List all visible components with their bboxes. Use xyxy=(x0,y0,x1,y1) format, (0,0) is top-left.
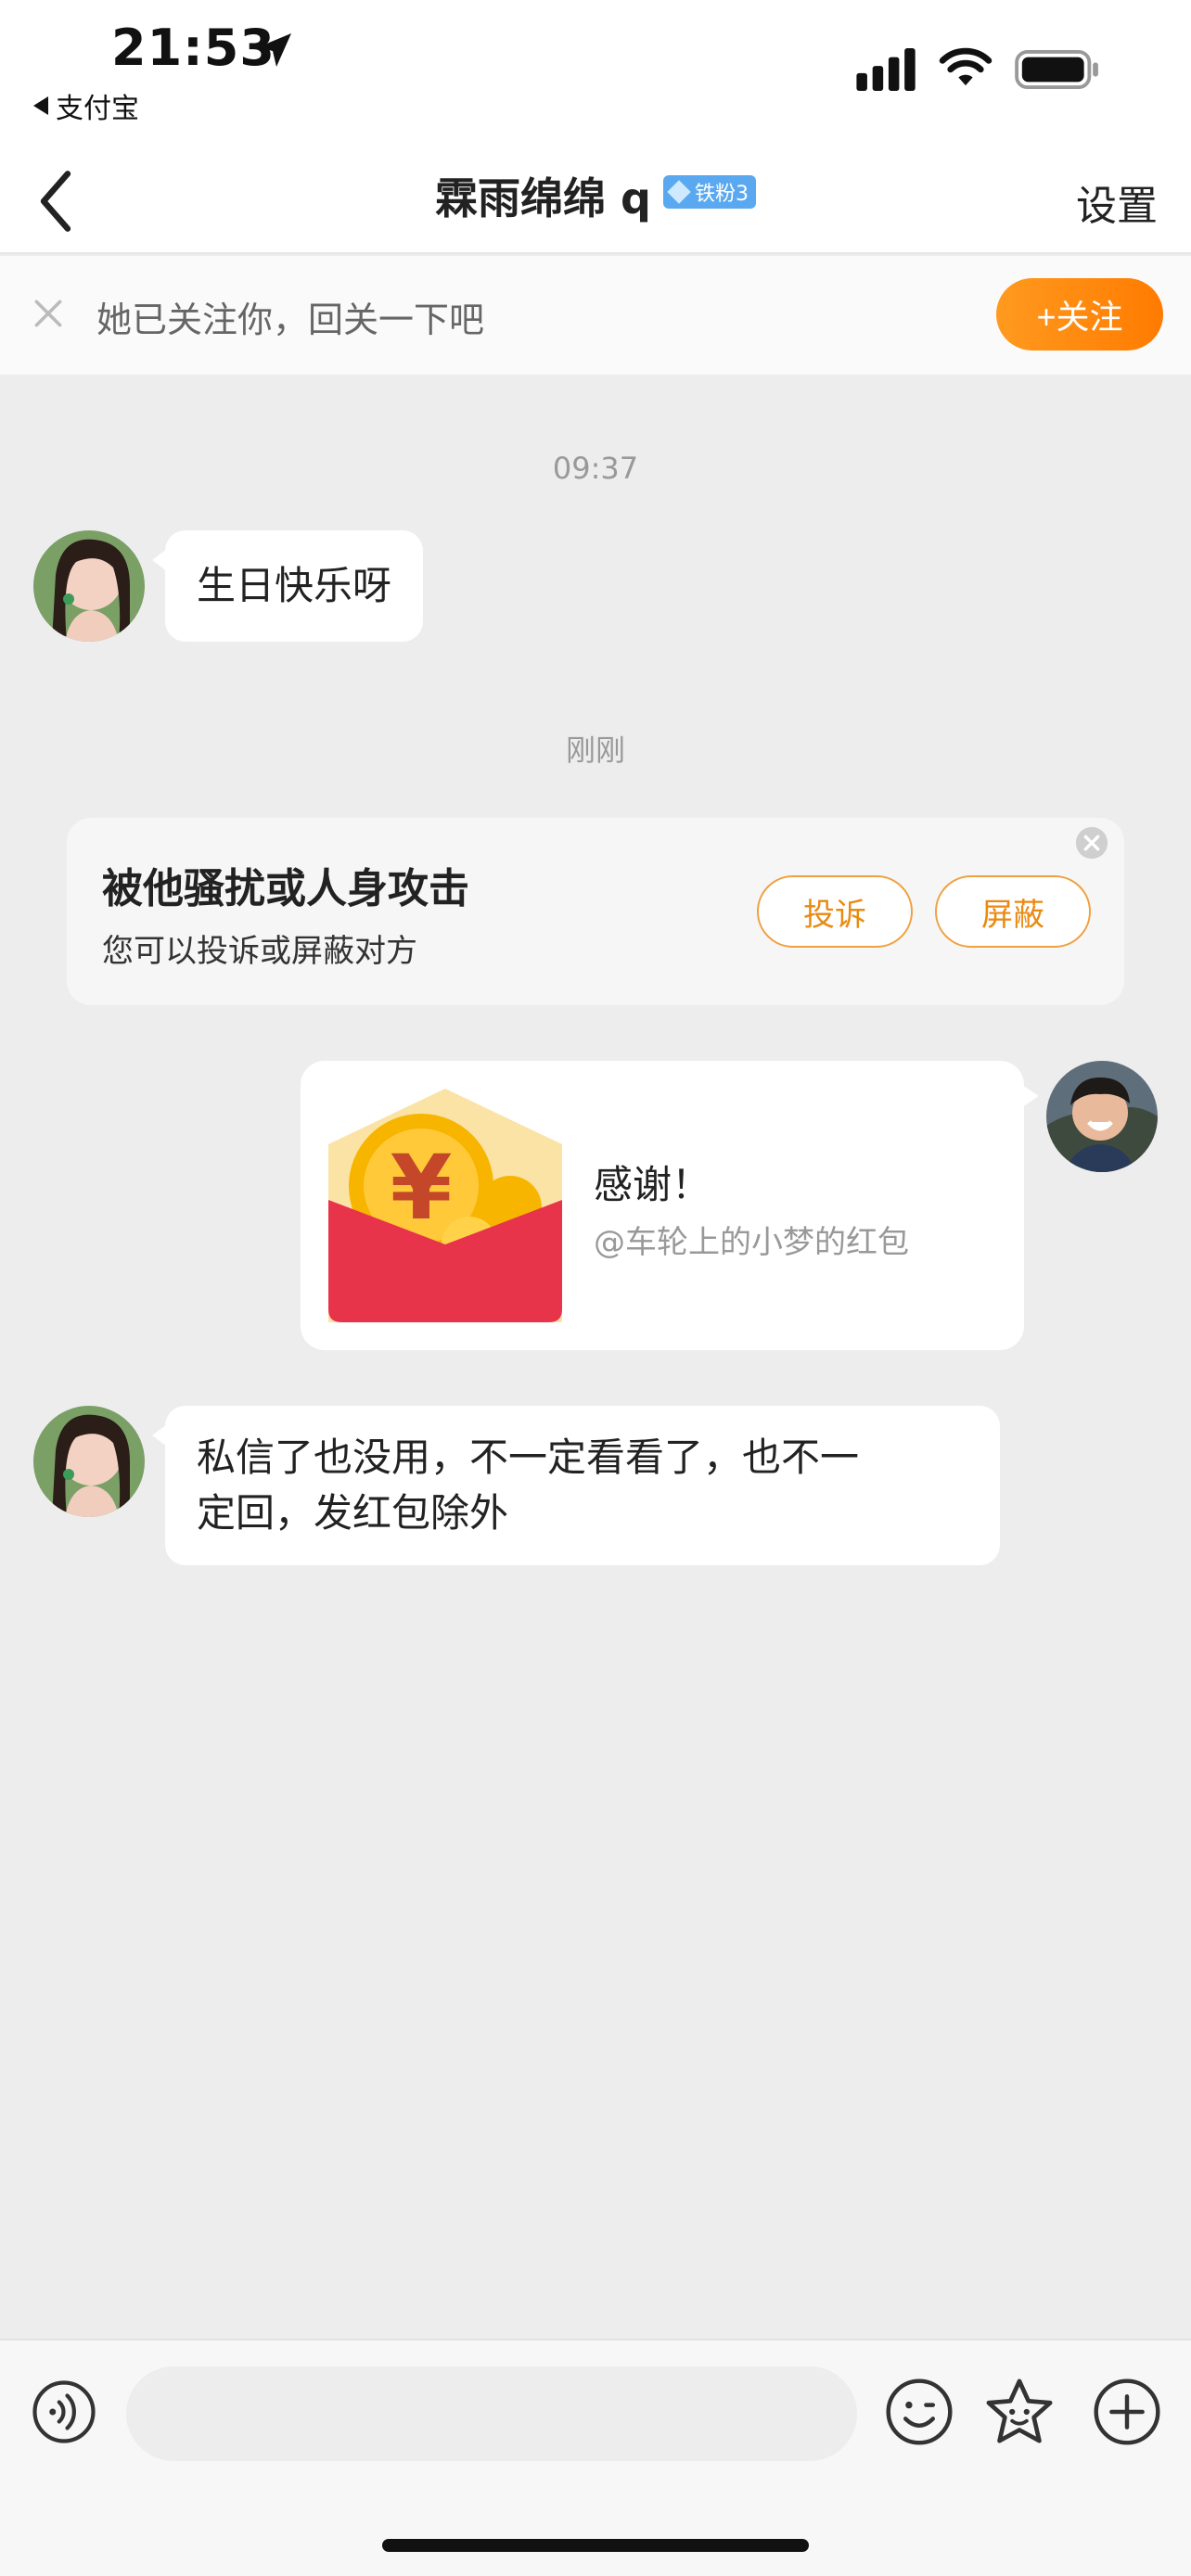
emoji-icon[interactable] xyxy=(885,2378,954,2446)
my-avatar-image xyxy=(1046,1061,1158,1172)
block-button[interactable]: 屏蔽 xyxy=(935,875,1091,948)
back-triangle-icon xyxy=(33,96,48,115)
contact-avatar-image xyxy=(33,1406,145,1517)
follow-back-banner: 她已关注你，回关一下吧 +关注 xyxy=(0,256,1191,375)
report-button[interactable]: 投诉 xyxy=(757,875,913,948)
contact-avatar[interactable] xyxy=(33,530,145,642)
message-line: 私信了也没用，不一定看看了，也不一 xyxy=(197,1435,860,1480)
red-packet-subtitle: @车轮上的小梦的红包 xyxy=(594,1224,909,1261)
message-input[interactable] xyxy=(126,2366,857,2461)
wifi-icon xyxy=(939,47,992,86)
diamond-icon xyxy=(667,180,691,204)
back-to-app-link[interactable]: 支付宝 xyxy=(33,85,139,126)
svg-text:¥: ¥ xyxy=(391,1136,453,1240)
signal-icon xyxy=(856,48,916,91)
nav-title-group: 霖雨绵绵 q 铁粉3 xyxy=(0,165,1191,226)
harassment-tip-card: 被他骚扰或人身攻击 您可以投诉或屏蔽对方 投诉 屏蔽 xyxy=(67,818,1124,1005)
contact-avatar-image xyxy=(33,530,145,642)
red-packet-icon: ¥ xyxy=(328,1089,562,1322)
incoming-message[interactable]: 生日快乐呀 xyxy=(151,530,424,642)
my-avatar[interactable] xyxy=(1046,1061,1158,1172)
follow-back-text: 她已关注你，回关一下吧 xyxy=(96,300,485,340)
close-icon[interactable] xyxy=(32,297,65,330)
location-arrow-icon xyxy=(258,33,291,67)
timestamp: 刚刚 xyxy=(565,733,625,768)
tip-title: 被他骚扰或人身攻击 xyxy=(102,865,469,912)
settings-button[interactable]: 设置 xyxy=(1076,172,1158,232)
conversation-title: 霖雨绵绵 q xyxy=(434,173,651,223)
contact-avatar[interactable] xyxy=(33,1406,145,1517)
sticker-icon[interactable] xyxy=(983,2376,1056,2448)
battery-icon xyxy=(1015,50,1098,89)
message-line: 定回，发红包除外 xyxy=(197,1490,509,1536)
status-bar: 21:53 支付宝 xyxy=(0,0,1191,148)
home-indicator xyxy=(382,2539,809,2552)
tip-subtitle: 您可以投诉或屏蔽对方 xyxy=(102,933,417,970)
incoming-message[interactable]: 私信了也没用，不一定看看了，也不一 定回，发红包除外 xyxy=(152,1406,1000,1565)
status-time: 21:53 xyxy=(111,19,275,77)
voice-icon[interactable] xyxy=(32,2379,96,2444)
red-packet-message[interactable]: ¥ 感谢！ @车轮上的小梦的红包 xyxy=(301,1061,1039,1350)
fan-level-badge: 铁粉3 xyxy=(663,175,757,209)
close-circle-icon[interactable] xyxy=(1074,825,1109,861)
red-packet-title: 感谢！ xyxy=(594,1162,711,1207)
nav-bar: 霖雨绵绵 q 铁粉3 设置 xyxy=(0,148,1191,254)
back-app-label: 支付宝 xyxy=(56,93,139,125)
follow-button[interactable]: +关注 xyxy=(996,278,1163,351)
fan-badge-label: 铁粉3 xyxy=(695,183,749,206)
plus-icon[interactable] xyxy=(1093,2378,1161,2446)
timestamp: 09:37 xyxy=(552,451,639,486)
